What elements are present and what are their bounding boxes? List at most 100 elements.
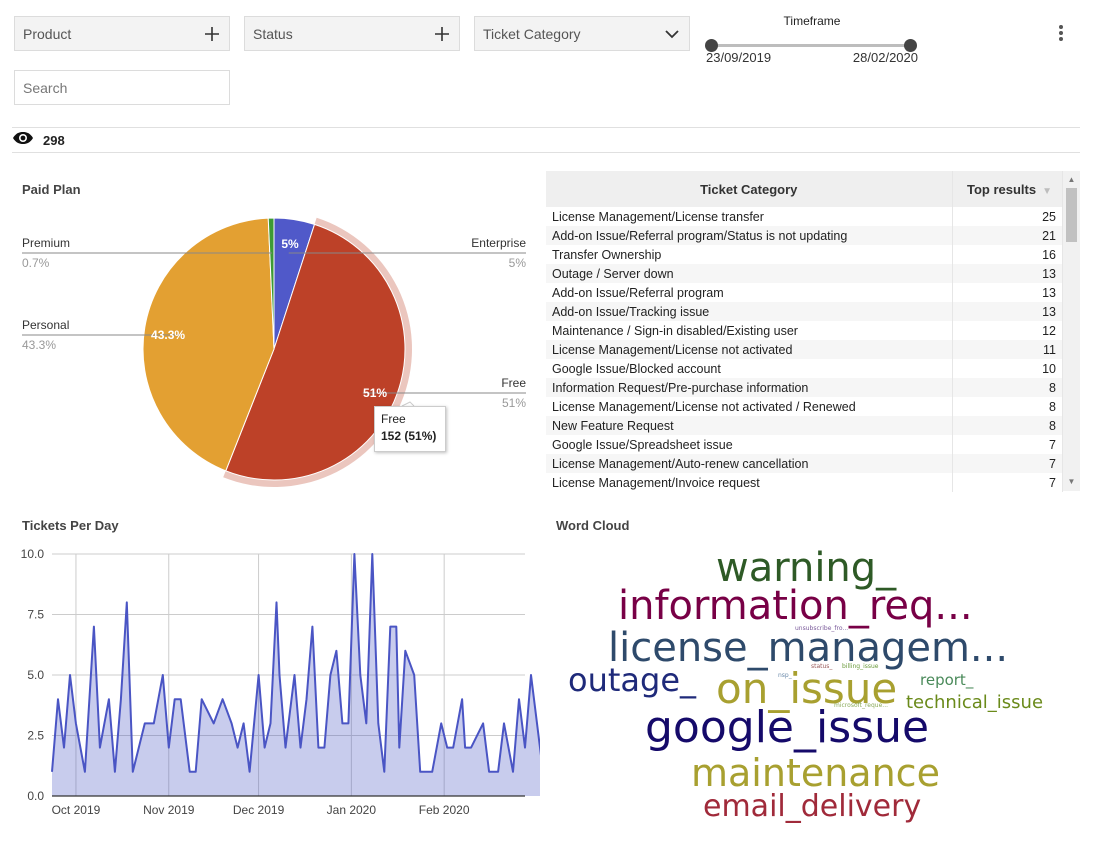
data-point[interactable] <box>267 719 275 727</box>
data-point[interactable] <box>240 719 248 727</box>
data-point[interactable] <box>392 623 400 631</box>
data-point[interactable] <box>479 719 487 727</box>
data-point[interactable] <box>362 719 370 727</box>
data-point[interactable] <box>129 768 137 776</box>
data-point[interactable] <box>117 695 125 703</box>
data-point[interactable] <box>515 695 523 703</box>
data-point[interactable] <box>509 768 517 776</box>
data-point[interactable] <box>290 671 298 679</box>
data-point[interactable] <box>234 744 242 752</box>
product-filter[interactable]: Product <box>14 16 230 51</box>
ticket-category-dropdown[interactable]: Ticket Category <box>474 16 690 51</box>
data-point[interactable] <box>198 695 206 703</box>
word-cloud-word[interactable]: technical_issue <box>906 694 1043 712</box>
timeframe-slider[interactable]: Timeframe 23/09/2019 28/02/2020 <box>704 12 920 65</box>
table-row[interactable]: License Management/Auto-renew cancellati… <box>546 454 1063 473</box>
word-cloud-word[interactable]: information_req... <box>618 586 973 626</box>
data-point[interactable] <box>90 623 98 631</box>
data-point[interactable] <box>141 719 149 727</box>
table-row[interactable]: License Management/License not activated… <box>546 397 1063 416</box>
data-point[interactable] <box>374 719 382 727</box>
data-point[interactable] <box>273 598 281 606</box>
scroll-up-icon[interactable]: ▲ <box>1063 173 1080 187</box>
data-point[interactable] <box>527 671 535 679</box>
word-cloud-word[interactable]: status_ <box>811 664 832 670</box>
data-point[interactable] <box>380 768 388 776</box>
chevron-down-icon[interactable] <box>663 25 681 43</box>
data-point[interactable] <box>368 550 376 558</box>
data-point[interactable] <box>276 671 284 679</box>
word-cloud-word[interactable]: warning_ <box>716 548 896 588</box>
scrollbar-thumb[interactable] <box>1066 188 1077 242</box>
data-point[interactable] <box>344 719 352 727</box>
data-point[interactable] <box>150 719 158 727</box>
table-row[interactable]: Add-on Issue/Tracking issue 13 <box>546 302 1063 321</box>
table-scrollbar[interactable]: ▲ ▼ <box>1063 171 1080 491</box>
table-row[interactable]: New Feature Request 8 <box>546 416 1063 435</box>
data-point[interactable] <box>210 719 218 727</box>
data-point[interactable] <box>105 695 113 703</box>
data-point[interactable] <box>177 695 185 703</box>
word-cloud-word[interactable]: unsubscribe_fro... <box>795 626 848 632</box>
data-point[interactable] <box>320 744 328 752</box>
data-point[interactable] <box>228 719 236 727</box>
plus-icon[interactable] <box>433 25 451 43</box>
column-header-top-results[interactable]: Top results ▼ <box>952 171 1063 207</box>
word-cloud-word[interactable]: google_issue <box>645 706 929 750</box>
data-point[interactable] <box>308 623 316 631</box>
word-cloud-word[interactable]: outage_ <box>568 664 696 696</box>
more-options-icon[interactable] <box>1054 22 1068 44</box>
table-row[interactable]: License Management/License not activated… <box>546 340 1063 359</box>
data-point[interactable] <box>401 647 409 655</box>
data-point[interactable] <box>159 671 167 679</box>
data-point[interactable] <box>428 768 436 776</box>
word-cloud-word[interactable]: report_ <box>920 673 973 688</box>
data-point[interactable] <box>356 671 364 679</box>
data-point[interactable] <box>449 744 457 752</box>
data-point[interactable] <box>246 768 254 776</box>
data-point[interactable] <box>81 768 89 776</box>
data-point[interactable] <box>48 768 56 776</box>
data-point[interactable] <box>255 671 263 679</box>
data-point[interactable] <box>72 719 80 727</box>
data-point[interactable] <box>282 744 290 752</box>
word-cloud-word[interactable]: nsp_ <box>778 673 792 679</box>
data-point[interactable] <box>332 647 340 655</box>
table-row[interactable]: Maintenance / Sign-in disabled/Existing … <box>546 321 1063 340</box>
word-cloud-word[interactable]: email_delivery <box>703 792 921 822</box>
table-row[interactable]: Transfer Ownership 16 <box>546 245 1063 264</box>
word-cloud-word[interactable]: billing_issue <box>842 664 879 670</box>
data-point[interactable] <box>302 695 310 703</box>
data-point[interactable] <box>458 695 466 703</box>
table-row[interactable]: Information Request/Pre-purchase informa… <box>546 378 1063 397</box>
word-cloud-word[interactable]: maintenance <box>691 754 940 792</box>
timeframe-track[interactable] <box>711 44 911 47</box>
data-point[interactable] <box>66 671 74 679</box>
data-point[interactable] <box>467 744 475 752</box>
data-point[interactable] <box>111 768 119 776</box>
data-point[interactable] <box>165 744 173 752</box>
scroll-down-icon[interactable]: ▼ <box>1063 475 1080 489</box>
data-point[interactable] <box>494 768 502 776</box>
data-point[interactable] <box>500 719 508 727</box>
data-point[interactable] <box>410 671 418 679</box>
plus-icon[interactable] <box>203 25 221 43</box>
status-filter[interactable]: Status <box>244 16 460 51</box>
data-point[interactable] <box>521 744 529 752</box>
data-point[interactable] <box>350 550 358 558</box>
sort-desc-icon[interactable]: ▼ <box>1042 186 1052 197</box>
table-row[interactable]: License Management/License transfer 25 <box>546 207 1063 226</box>
data-point[interactable] <box>123 598 131 606</box>
data-point[interactable] <box>485 768 493 776</box>
table-row[interactable]: Outage / Server down 13 <box>546 264 1063 283</box>
table-row[interactable]: Google Issue/Blocked account 10 <box>546 359 1063 378</box>
data-point[interactable] <box>437 719 445 727</box>
data-point[interactable] <box>395 744 403 752</box>
data-point[interactable] <box>296 744 304 752</box>
data-point[interactable] <box>261 744 269 752</box>
search-input[interactable] <box>14 70 230 105</box>
data-point[interactable] <box>54 695 62 703</box>
table-row[interactable]: Google Issue/Spreadsheet issue 7 <box>546 435 1063 454</box>
table-row[interactable]: Add-on Issue/Referral program 13 <box>546 283 1063 302</box>
data-point[interactable] <box>96 744 104 752</box>
